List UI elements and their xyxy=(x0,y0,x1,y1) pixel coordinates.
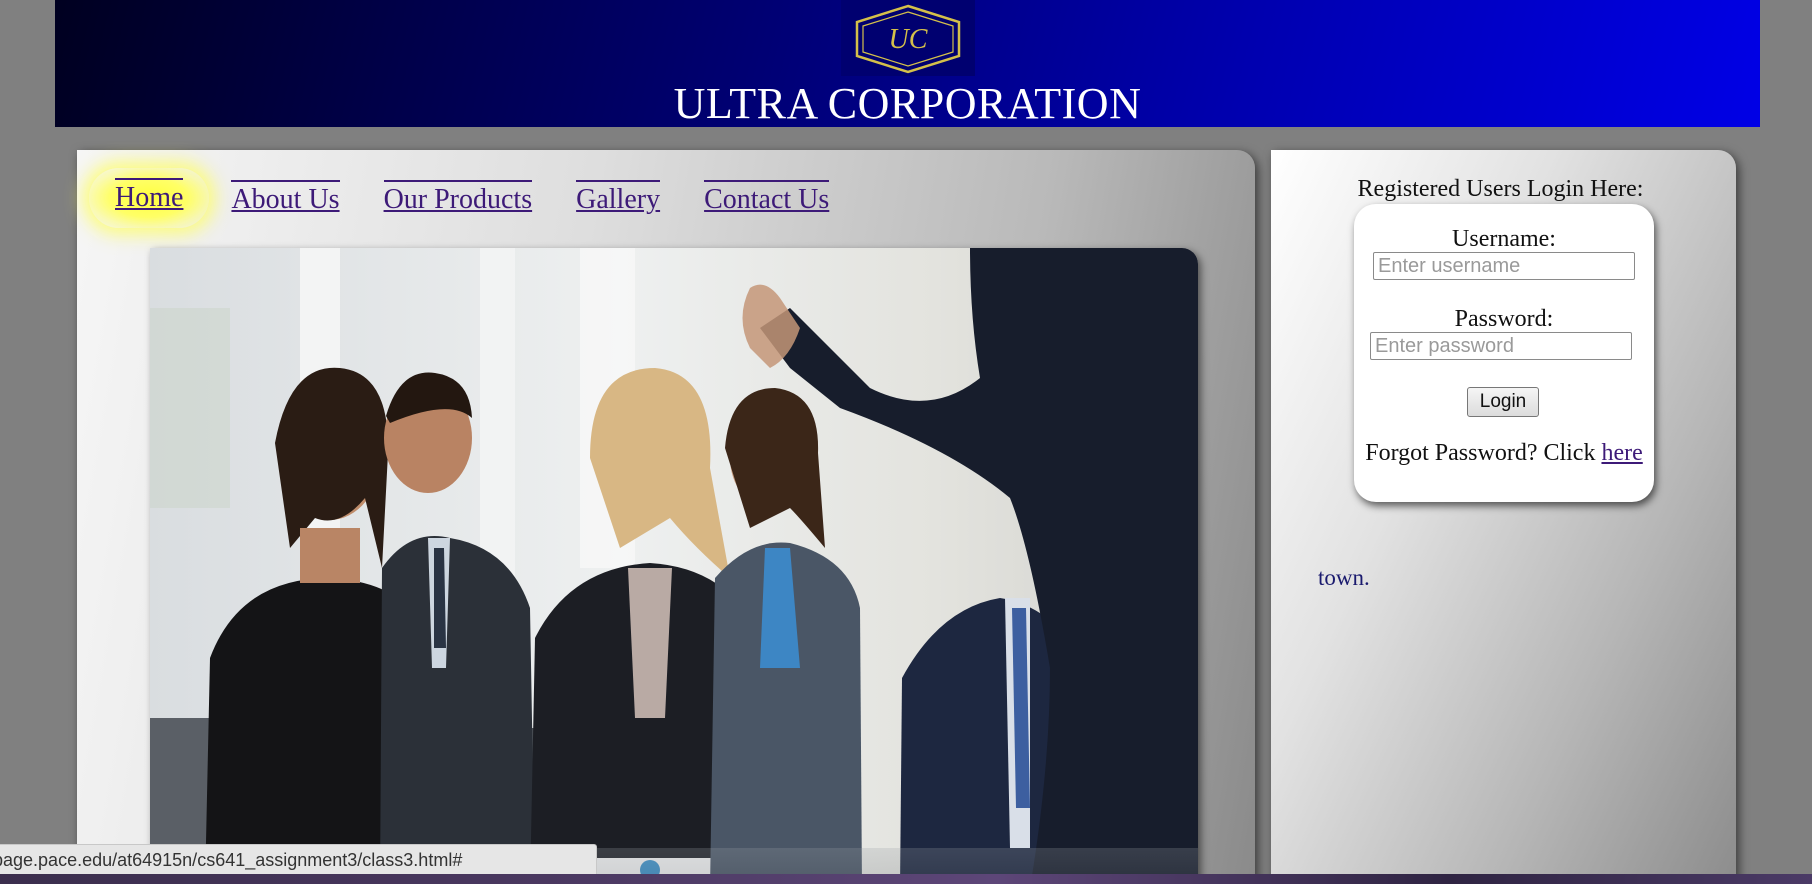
password-label: Password: xyxy=(1454,306,1554,332)
nav-item-home[interactable]: Home xyxy=(89,168,210,228)
nav-item-home-label: Home xyxy=(115,178,184,213)
main-content-panel: Home About Us Our Products Gallery Conta… xyxy=(77,150,1255,884)
login-form: Username: Password: Login Forgot Passwor… xyxy=(1354,204,1654,502)
password-input[interactable] xyxy=(1370,332,1632,360)
bottom-strip xyxy=(0,874,1812,884)
nav-item-our-products[interactable]: Our Products xyxy=(383,180,533,216)
site-header: UC ULTRA CORPORATION xyxy=(55,0,1760,128)
login-heading: Registered Users Login Here: xyxy=(1357,176,1644,202)
nav-item-gallery[interactable]: Gallery xyxy=(576,180,661,216)
status-bar-url: page.pace.edu/at64915n/cs641_assignment3… xyxy=(0,844,597,875)
username-label: Username: xyxy=(1452,226,1556,252)
logo-monogram: UC xyxy=(889,24,928,55)
forgot-password-text: Forgot Password? Click here xyxy=(1354,440,1654,467)
forgot-password-link[interactable]: here xyxy=(1601,440,1642,466)
nav-item-contact-us[interactable]: Contact Us xyxy=(704,180,830,216)
site-title: ULTRA CORPORATION xyxy=(673,79,1142,128)
company-logo: UC xyxy=(841,0,975,76)
page: UC ULTRA CORPORATION Home About Us Our P… xyxy=(0,0,1812,884)
main-nav: Home About Us Our Products Gallery Conta… xyxy=(89,163,873,233)
login-button[interactable]: Login xyxy=(1467,387,1539,417)
login-side-panel: Registered Users Login Here: Username: P… xyxy=(1271,150,1736,884)
nav-item-about-us[interactable]: About Us xyxy=(231,180,340,216)
hero-image xyxy=(150,248,1198,884)
username-input[interactable] xyxy=(1373,252,1635,280)
sidebar-text: town. xyxy=(1318,565,1370,590)
forgot-password-prefix: Forgot Password? Click xyxy=(1365,440,1602,466)
